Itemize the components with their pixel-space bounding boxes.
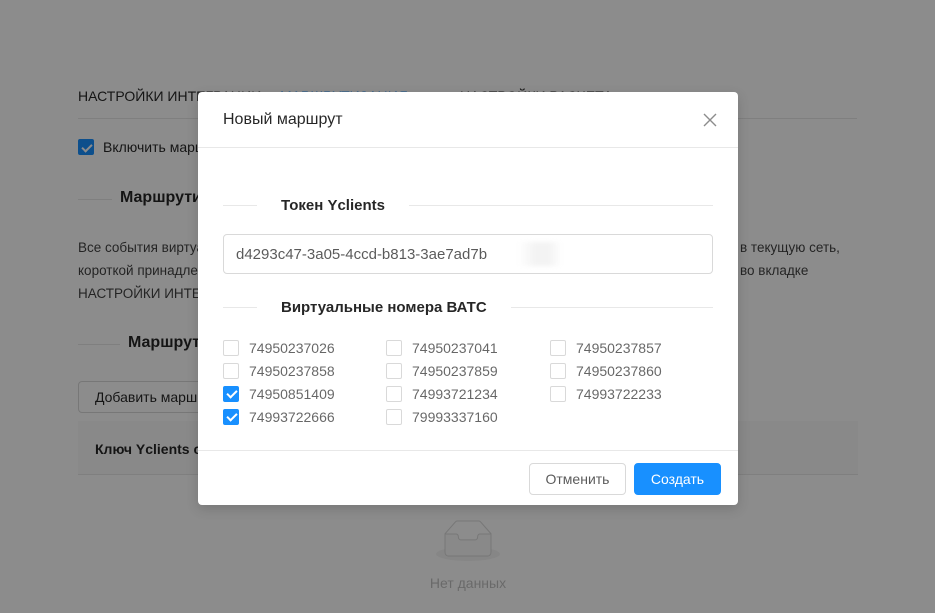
number-label: 74950237859 [412, 362, 498, 379]
number-checkbox[interactable]: 74950237026 [223, 336, 335, 359]
token-input[interactable] [223, 234, 713, 274]
numbers-section-title: Виртуальные номера ВАТС [281, 298, 487, 316]
checkbox-unchecked-icon [386, 408, 402, 425]
divider-line [408, 204, 713, 206]
divider-line [223, 204, 257, 206]
close-button[interactable] [700, 110, 720, 130]
create-button[interactable]: Создать [634, 463, 721, 495]
checkbox-unchecked-icon [386, 385, 402, 402]
token-redaction [518, 242, 562, 266]
number-checkbox[interactable]: 79993337160 [386, 405, 498, 428]
checkbox-unchecked-icon [223, 362, 239, 379]
number-label: 74950237041 [412, 339, 498, 356]
number-checkbox[interactable]: 74950851409 [223, 382, 335, 405]
token-section-title: Токен Yclients [281, 196, 385, 214]
checkbox-checked-icon [223, 408, 239, 425]
number-checkbox[interactable]: 74950237859 [386, 359, 498, 382]
checkbox-unchecked-icon [223, 339, 239, 356]
checkbox-checked-icon [223, 385, 239, 402]
number-checkbox[interactable]: 74993721234 [386, 382, 498, 405]
number-label: 79993337160 [412, 408, 498, 425]
number-label: 74993721234 [412, 385, 498, 402]
number-label: 74950237858 [249, 362, 335, 379]
new-route-modal: Новый маршрут Токен Yclients Виртуальные… [198, 92, 738, 505]
number-checkbox[interactable]: 74950237041 [386, 336, 498, 359]
checkbox-unchecked-icon [386, 339, 402, 356]
checkbox-unchecked-icon [386, 362, 402, 379]
number-label: 74993722233 [576, 385, 662, 402]
divider-line [223, 306, 257, 308]
number-label: 74950237857 [576, 339, 662, 356]
modal-title: Новый маршрут [223, 111, 343, 128]
number-checkbox[interactable]: 74950237857 [550, 336, 662, 359]
number-label: 74950851409 [249, 385, 335, 402]
close-icon [703, 113, 717, 127]
number-label: 74950237026 [249, 339, 335, 356]
checkbox-unchecked-icon [550, 385, 566, 402]
number-checkbox[interactable]: 74993722666 [223, 405, 335, 428]
divider-line [510, 306, 713, 308]
checkbox-unchecked-icon [550, 362, 566, 379]
number-checkbox[interactable]: 74950237860 [550, 359, 662, 382]
token-section-divider: Токен Yclients [223, 193, 713, 217]
numbers-section-divider: Виртуальные номера ВАТС [223, 295, 713, 319]
number-label: 74950237860 [576, 362, 662, 379]
number-checkbox[interactable]: 74950237858 [223, 359, 335, 382]
cancel-button[interactable]: Отменить [529, 463, 626, 495]
modal-footer: Отменить Создать [198, 450, 738, 505]
number-checkbox[interactable]: 74993722233 [550, 382, 662, 405]
checkbox-unchecked-icon [550, 339, 566, 356]
number-label: 74993722666 [249, 408, 335, 425]
modal-header: Новый маршрут [198, 92, 738, 148]
